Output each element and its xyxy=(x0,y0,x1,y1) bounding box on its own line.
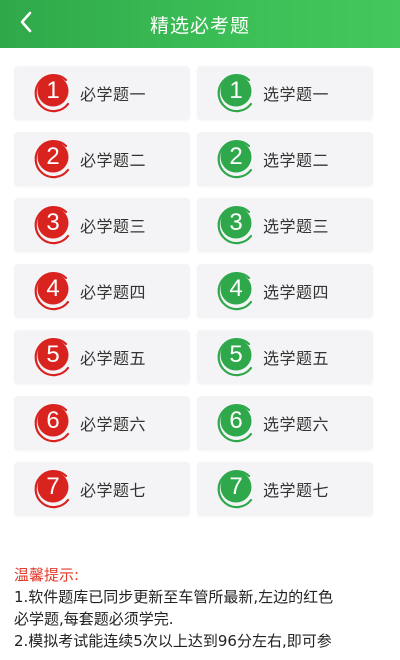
required-set-5[interactable]: 5 必学题五 xyxy=(14,330,190,384)
question-set-grid: 1 必学题一 1 选学题一 2 必学题二 2 选学题二 3 必学题三 3 选学题… xyxy=(14,66,373,516)
tips-line: 必学题,每套题必须学完. xyxy=(14,610,174,628)
tips-line: 2.模拟考试能连续5次以上达到96分左右,即可参 xyxy=(14,632,332,650)
header-bar: 精选必考题 xyxy=(0,0,400,48)
badge-number: 4 xyxy=(229,275,243,302)
badge-number: 7 xyxy=(46,473,60,500)
badge-number: 2 xyxy=(229,143,243,170)
set-label: 必学题二 xyxy=(80,151,147,170)
set-label: 选学题四 xyxy=(263,283,330,302)
number-badge-icon: 4 xyxy=(32,270,74,312)
set-label: 选学题三 xyxy=(263,217,330,236)
number-badge-icon: 5 xyxy=(215,336,257,378)
badge-number: 1 xyxy=(229,77,243,104)
back-button[interactable] xyxy=(10,8,42,40)
chevron-left-icon xyxy=(19,11,33,37)
optional-set-2[interactable]: 2 选学题二 xyxy=(197,132,373,186)
badge-number: 3 xyxy=(46,209,60,236)
badge-number: 5 xyxy=(229,341,243,368)
tips-section: 温馨提示: 1.软件题库已同步更新至车管所最新,左边的红色 必学题,每套题必须学… xyxy=(14,564,392,652)
number-badge-icon: 2 xyxy=(215,138,257,180)
number-badge-icon: 1 xyxy=(215,72,257,114)
required-set-6[interactable]: 6 必学题六 xyxy=(14,396,190,450)
required-set-4[interactable]: 4 必学题四 xyxy=(14,264,190,318)
optional-set-6[interactable]: 6 选学题六 xyxy=(197,396,373,450)
set-label: 必学题一 xyxy=(80,85,147,104)
badge-number: 3 xyxy=(229,209,243,236)
number-badge-icon: 3 xyxy=(32,204,74,246)
set-label: 必学题三 xyxy=(80,217,147,236)
set-label: 必学题四 xyxy=(80,283,147,302)
number-badge-icon: 5 xyxy=(32,336,74,378)
badge-number: 6 xyxy=(46,407,60,434)
number-badge-icon: 7 xyxy=(215,468,257,510)
tips-title: 温馨提示: xyxy=(14,566,80,584)
optional-set-3[interactable]: 3 选学题三 xyxy=(197,198,373,252)
number-badge-icon: 3 xyxy=(215,204,257,246)
number-badge-icon: 6 xyxy=(32,402,74,444)
set-label: 必学题七 xyxy=(80,481,147,500)
set-label: 选学题六 xyxy=(263,415,330,434)
set-label: 必学题六 xyxy=(80,415,147,434)
badge-number: 7 xyxy=(229,473,243,500)
required-set-1[interactable]: 1 必学题一 xyxy=(14,66,190,120)
optional-set-5[interactable]: 5 选学题五 xyxy=(197,330,373,384)
set-label: 选学题七 xyxy=(263,481,330,500)
tips-line: 1.软件题库已同步更新至车管所最新,左边的红色 xyxy=(14,588,334,606)
number-badge-icon: 6 xyxy=(215,402,257,444)
set-label: 选学题五 xyxy=(263,349,330,368)
number-badge-icon: 4 xyxy=(215,270,257,312)
number-badge-icon: 1 xyxy=(32,72,74,114)
required-set-3[interactable]: 3 必学题三 xyxy=(14,198,190,252)
optional-set-7[interactable]: 7 选学题七 xyxy=(197,462,373,516)
badge-number: 1 xyxy=(46,77,60,104)
number-badge-icon: 2 xyxy=(32,138,74,180)
set-label: 必学题五 xyxy=(80,349,147,368)
badge-number: 2 xyxy=(46,143,60,170)
required-set-2[interactable]: 2 必学题二 xyxy=(14,132,190,186)
badge-number: 6 xyxy=(229,407,243,434)
badge-number: 5 xyxy=(46,341,60,368)
set-label: 选学题一 xyxy=(263,85,330,104)
number-badge-icon: 7 xyxy=(32,468,74,510)
required-set-7[interactable]: 7 必学题七 xyxy=(14,462,190,516)
optional-set-4[interactable]: 4 选学题四 xyxy=(197,264,373,318)
page-title: 精选必考题 xyxy=(149,14,250,37)
badge-number: 4 xyxy=(46,275,60,302)
optional-set-1[interactable]: 1 选学题一 xyxy=(197,66,373,120)
set-label: 选学题二 xyxy=(263,151,330,170)
